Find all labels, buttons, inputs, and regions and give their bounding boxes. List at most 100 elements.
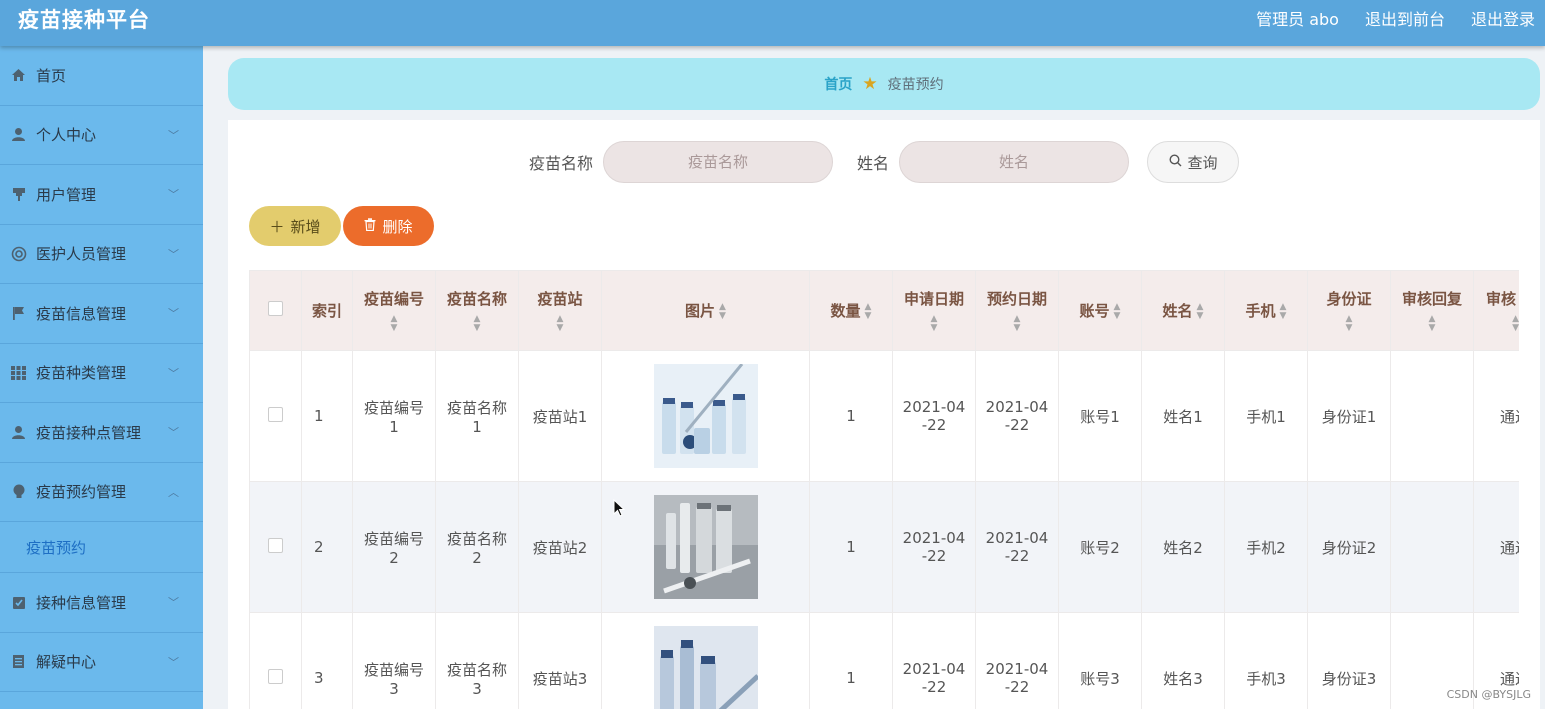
sort-icon[interactable]: ▲ ▼ [436, 315, 518, 333]
sidebar-item-personal[interactable]: 个人中心 ﹀ [0, 106, 203, 165]
chevron-down-icon: ﹀ [168, 247, 179, 261]
search-icon [1168, 153, 1182, 171]
sort-icon[interactable]: ▲ ▼ [1391, 315, 1473, 333]
station-cell: 疫苗站2 [518, 481, 602, 613]
sort-icon[interactable]: ▲ ▼ [1197, 302, 1204, 321]
action-buttons: ＋ 新增 删除 [249, 206, 434, 246]
column-header[interactable]: 手机 ▲ ▼ [1224, 270, 1308, 351]
sidebar-item-label: 疫苗接种点管理 [36, 423, 142, 442]
column-header[interactable]: 账号 ▲ ▼ [1058, 270, 1142, 351]
sort-icon[interactable]: ▲ ▼ [1308, 315, 1390, 333]
sidebar-item-vaccination-info[interactable]: 接种信息管理 ﹀ [0, 573, 203, 633]
add-button-label: 新增 [290, 217, 321, 236]
delete-button-label: 删除 [382, 217, 413, 236]
name-input[interactable] [899, 141, 1130, 183]
sort-icon[interactable]: ▲ ▼ [1114, 302, 1121, 321]
main-content: 首页 ★ 疫苗预约 疫苗名称 姓名 查询 ＋ 新增 删除 [203, 46, 1545, 709]
sidebar-item-label: 疫苗种类管理 [36, 364, 127, 383]
sidebar-item-vaccine-types[interactable]: 疫苗种类管理 ﹀ [0, 344, 203, 403]
delete-button[interactable]: 删除 [343, 206, 434, 246]
support-icon [10, 245, 27, 262]
column-header[interactable]: 疫苗编号 ▲ ▼ [352, 270, 436, 351]
mouse-cursor-icon [613, 499, 625, 517]
add-button[interactable]: ＋ 新增 [249, 206, 341, 246]
column-header: 索引 [301, 270, 353, 351]
chevron-down-icon: ﹀ [168, 128, 179, 142]
sort-icon[interactable]: ▲ ▼ [353, 315, 435, 333]
sort-icon[interactable]: ▲ ▼ [976, 315, 1058, 333]
query-button[interactable]: 查询 [1147, 141, 1240, 183]
sidebar-item-faq[interactable]: 解疑中心 ﹀ [0, 633, 203, 692]
table-row[interactable]: 1 疫苗编号 1 疫苗名称 1 疫苗站1 1 2021-04 -22 2021-… [249, 350, 1519, 482]
phone-cell: 手机3 [1224, 612, 1308, 709]
quantity-cell: 1 [809, 612, 893, 709]
column-header[interactable]: 疫苗站 ▲ ▼ [518, 270, 602, 351]
column-header[interactable]: 图片 ▲ ▼ [601, 270, 810, 351]
column-header[interactable]: 审核 ▲ ▼ [1473, 270, 1519, 351]
breadcrumb-home-link[interactable]: 首页 [824, 74, 852, 94]
column-header[interactable]: 数量 ▲ ▼ [809, 270, 893, 351]
sidebar-subitem-appointment[interactable]: 疫苗预约 [0, 522, 203, 573]
app-title: 疫苗接种平台 [18, 8, 150, 32]
column-header[interactable]: 姓名 ▲ ▼ [1141, 270, 1225, 351]
station-cell: 疫苗站3 [518, 612, 602, 709]
column-header[interactable]: 审核回复 ▲ ▼ [1390, 270, 1474, 351]
sidebar-item-label: 用户管理 [36, 185, 97, 204]
sidebar-item-medical-staff[interactable]: 医护人员管理 ﹀ [0, 225, 203, 284]
column-header[interactable]: 疫苗名称 ▲ ▼ [435, 270, 519, 351]
admin-user-label[interactable]: 管理员 abo [1256, 6, 1339, 30]
select-all-checkbox[interactable] [268, 301, 283, 316]
sidebar-item-vaccine-info[interactable]: 疫苗信息管理 ﹀ [0, 284, 203, 344]
vaccine-code-cell: 疫苗编号 1 [352, 350, 436, 482]
sidebar-item-label: 接种信息管理 [36, 593, 127, 612]
sort-icon[interactable]: ▲ ▼ [1280, 302, 1287, 321]
id-card-cell: 身份证1 [1307, 350, 1391, 482]
table-row[interactable]: 3 疫苗编号 3 疫苗名称 3 疫苗站3 1 2021-04 -22 2021-… [249, 612, 1519, 709]
vaccine-name-cell: 疫苗名称 3 [435, 612, 519, 709]
appointment-table: 索引 疫苗编号 ▲ ▼ 疫苗名称 ▲ ▼ 疫苗站 ▲ ▼ 图片 ▲ ▼ 数量 ▲ ▼ 申请日期 ▲ ▼ … [249, 270, 1519, 709]
pin-icon [10, 186, 27, 203]
chevron-down-icon: ﹀ [168, 596, 179, 610]
row-checkbox[interactable] [268, 406, 283, 422]
exit-to-front-link[interactable]: 退出到前台 [1365, 6, 1445, 30]
column-header[interactable]: 预约日期 ▲ ▼ [975, 270, 1059, 351]
row-checkbox[interactable] [268, 668, 283, 684]
table-header-row: 索引 疫苗编号 ▲ ▼ 疫苗名称 ▲ ▼ 疫苗站 ▲ ▼ 图片 ▲ ▼ 数量 ▲ ▼ 申请日期 ▲ ▼ … [249, 270, 1519, 351]
sidebar-item-users[interactable]: 用户管理 ﹀ [0, 165, 203, 225]
table-row[interactable]: 2 疫苗编号 2 疫苗名称 2 疫苗站2 1 2021-04 -22 2021-… [249, 481, 1519, 613]
sidebar-item-label: 疫苗预约管理 [36, 483, 127, 502]
account-cell: 账号3 [1058, 612, 1142, 709]
search-bar: 疫苗名称 姓名 查询 [228, 141, 1540, 183]
chevron-down-icon: ﹀ [168, 655, 179, 669]
trash-icon [364, 217, 376, 235]
sidebar-item-home[interactable]: 首页 [0, 46, 203, 106]
phone-cell: 手机2 [1224, 481, 1308, 613]
id-card-cell: 身份证3 [1307, 612, 1391, 709]
vaccine-image[interactable] [653, 495, 758, 599]
sidebar-item-vaccination-sites[interactable]: 疫苗接种点管理 ﹀ [0, 403, 203, 463]
apply-date-cell: 2021-04 -22 [892, 350, 976, 482]
sort-icon[interactable]: ▲ ▼ [865, 302, 872, 321]
column-header[interactable]: 申请日期 ▲ ▼ [892, 270, 976, 351]
apply-date-cell: 2021-04 -22 [892, 481, 976, 613]
quantity-cell: 1 [809, 350, 893, 482]
phone-cell: 手机1 [1224, 350, 1308, 482]
row-checkbox[interactable] [268, 537, 283, 553]
home-icon [10, 67, 27, 84]
chevron-down-icon: ﹀ [168, 426, 179, 440]
row-index: 1 [301, 350, 353, 482]
chevron-down-icon: ﹀ [168, 307, 179, 321]
vaccine-image[interactable] [653, 364, 758, 468]
column-header[interactable]: 身份证 ▲ ▼ [1307, 270, 1391, 351]
logout-link[interactable]: 退出登录 [1471, 6, 1535, 30]
sidebar-item-appointments[interactable]: 疫苗预约管理 ︿ [0, 463, 203, 522]
sort-icon[interactable]: ▲ ▼ [719, 302, 726, 321]
vaccine-name-input[interactable] [603, 141, 833, 183]
sort-icon[interactable]: ▲ ▼ [893, 315, 975, 333]
sort-icon[interactable]: ▲ ▼ [1486, 315, 1519, 333]
sidebar: 首页 个人中心 ﹀ 用户管理 ﹀ 医护人员管理 ﹀ 疫苗信息管理 ﹀ 疫苗种类管… [0, 46, 203, 709]
sort-icon[interactable]: ▲ ▼ [519, 315, 601, 333]
vaccine-image[interactable] [653, 626, 758, 709]
station-cell: 疫苗站1 [518, 350, 602, 482]
content-panel: 疫苗名称 姓名 查询 ＋ 新增 删除 [228, 120, 1540, 709]
